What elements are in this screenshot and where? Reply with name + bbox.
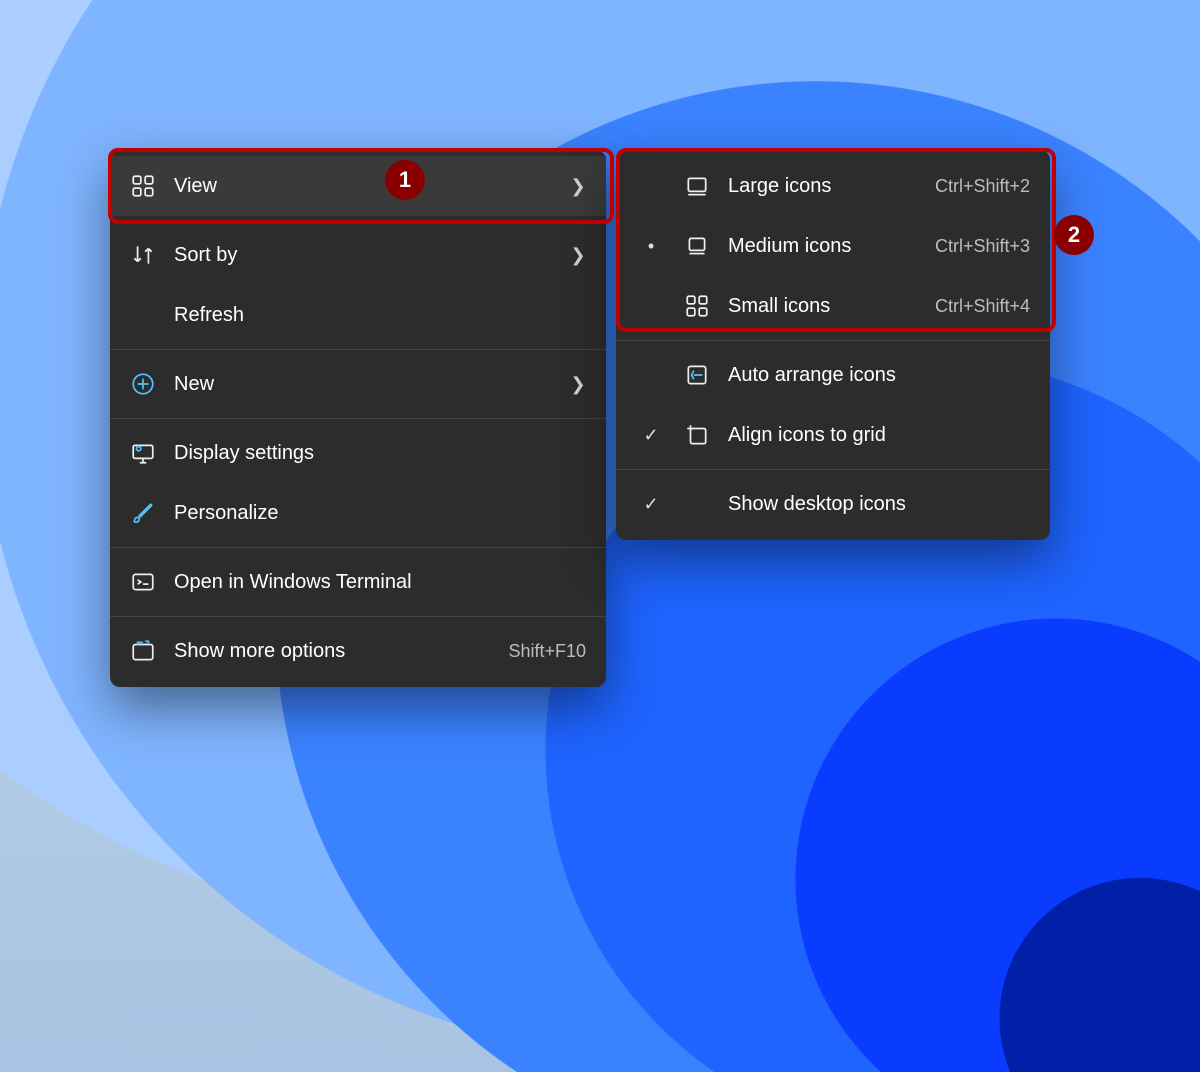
terminal-icon xyxy=(130,569,156,595)
menu-item-label: Sort by xyxy=(174,244,552,267)
menu-item-label: Display settings xyxy=(174,442,586,465)
blank-icon xyxy=(130,302,156,328)
submenu-item-medium-icons[interactable]: • Medium icons Ctrl+Shift+3 xyxy=(616,216,1050,276)
medium-icons-icon xyxy=(684,233,710,259)
align-grid-icon xyxy=(684,422,710,448)
menu-separator xyxy=(110,547,606,548)
desktop-context-menu: View ❯ Sort by ❯ Refresh New ❯ Display s… xyxy=(110,150,606,687)
sort-icon xyxy=(130,242,156,268)
plus-circle-icon xyxy=(130,371,156,397)
submenu-item-align-to-grid[interactable]: ✓ Align icons to grid xyxy=(616,405,1050,465)
menu-separator xyxy=(616,469,1050,470)
submenu-item-small-icons[interactable]: Small icons Ctrl+Shift+4 xyxy=(616,276,1050,336)
chevron-right-icon: ❯ xyxy=(570,176,586,197)
menu-item-label: Refresh xyxy=(174,304,586,327)
menu-item-label: New xyxy=(174,373,552,396)
menu-item-sort-by[interactable]: Sort by ❯ xyxy=(110,225,606,285)
menu-item-display-settings[interactable]: Display settings xyxy=(110,423,606,483)
submenu-item-shortcut: Ctrl+Shift+4 xyxy=(935,296,1030,317)
chevron-right-icon: ❯ xyxy=(570,374,586,395)
check-indicator-checked: ✓ xyxy=(636,494,666,515)
blank-icon xyxy=(684,491,710,517)
menu-item-show-more-options[interactable]: Show more options Shift+F10 xyxy=(110,621,606,681)
menu-separator xyxy=(110,349,606,350)
menu-item-view[interactable]: View ❯ xyxy=(110,156,606,216)
check-indicator-checked: ✓ xyxy=(636,425,666,446)
menu-item-label: Show more options xyxy=(174,640,470,663)
menu-item-label: Personalize xyxy=(174,502,586,525)
menu-item-personalize[interactable]: Personalize xyxy=(110,483,606,543)
chevron-right-icon: ❯ xyxy=(570,245,586,266)
menu-separator xyxy=(110,220,606,221)
submenu-item-label: Auto arrange icons xyxy=(728,364,1030,387)
menu-separator xyxy=(110,616,606,617)
submenu-item-shortcut: Ctrl+Shift+2 xyxy=(935,176,1030,197)
submenu-item-show-desktop-icons[interactable]: ✓ Show desktop icons xyxy=(616,474,1050,534)
small-icons-icon xyxy=(684,293,710,319)
auto-arrange-icon xyxy=(684,362,710,388)
menu-separator xyxy=(616,340,1050,341)
submenu-item-label: Large icons xyxy=(728,175,897,198)
menu-item-new[interactable]: New ❯ xyxy=(110,354,606,414)
grid-icon xyxy=(130,173,156,199)
submenu-item-label: Show desktop icons xyxy=(728,493,1030,516)
more-options-icon xyxy=(130,638,156,664)
submenu-item-label: Small icons xyxy=(728,295,897,318)
view-submenu: Large icons Ctrl+Shift+2 • Medium icons … xyxy=(616,150,1050,540)
submenu-item-label: Medium icons xyxy=(728,235,897,258)
menu-item-label: Open in Windows Terminal xyxy=(174,571,586,594)
submenu-item-label: Align icons to grid xyxy=(728,424,1030,447)
submenu-item-auto-arrange[interactable]: Auto arrange icons xyxy=(616,345,1050,405)
large-icons-icon xyxy=(684,173,710,199)
radio-indicator-selected: • xyxy=(636,236,666,257)
menu-separator xyxy=(110,418,606,419)
menu-item-shortcut: Shift+F10 xyxy=(508,641,586,662)
display-settings-icon xyxy=(130,440,156,466)
menu-item-label: View xyxy=(174,175,552,198)
menu-item-open-terminal[interactable]: Open in Windows Terminal xyxy=(110,552,606,612)
submenu-item-shortcut: Ctrl+Shift+3 xyxy=(935,236,1030,257)
submenu-item-large-icons[interactable]: Large icons Ctrl+Shift+2 xyxy=(616,156,1050,216)
menu-item-refresh[interactable]: Refresh xyxy=(110,285,606,345)
paintbrush-icon xyxy=(130,500,156,526)
